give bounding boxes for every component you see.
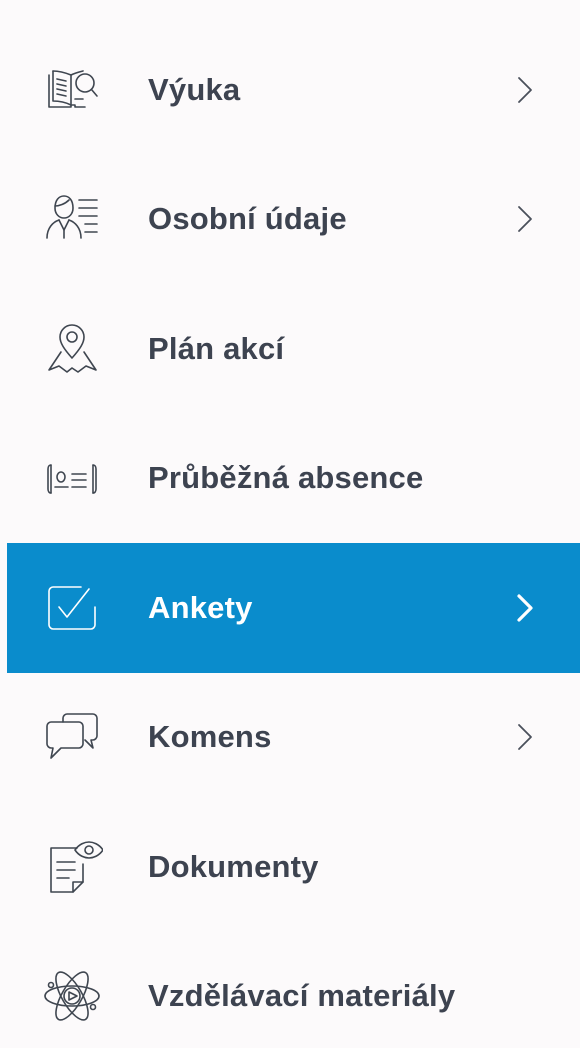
chevron-right-icon <box>514 74 536 106</box>
menu-item-label: Dokumenty <box>148 848 319 884</box>
document-eye-icon <box>41 836 103 898</box>
menu-item-label: Osobní údaje <box>148 201 347 237</box>
menu-item-vyuka[interactable]: Výuka <box>7 25 580 155</box>
menu-item-vzdelavaci-materialy[interactable]: Vzdělávací materiály <box>7 932 580 1048</box>
person-list-icon <box>41 188 103 250</box>
menu-item-ankety[interactable]: Ankety <box>7 543 580 673</box>
id-card-icon <box>41 447 103 509</box>
menu-item-osobni-udaje[interactable]: Osobní údaje <box>7 155 580 285</box>
menu-item-prubezna-absence[interactable]: Průběžná absence <box>7 414 580 544</box>
checkbox-icon <box>41 577 103 639</box>
map-pin-icon <box>41 318 103 380</box>
side-menu: Výuka Osobní údaje Plán akcí Průběžná ab… <box>0 0 580 1048</box>
menu-item-label: Výuka <box>148 71 241 107</box>
book-search-icon <box>41 59 103 121</box>
menu-item-dokumenty[interactable]: Dokumenty <box>7 802 580 932</box>
chevron-right-icon <box>514 592 536 624</box>
menu-item-label: Vzdělávací materiály <box>148 978 456 1014</box>
menu-item-label: Plán akcí <box>148 330 285 366</box>
menu-item-label: Komens <box>148 719 272 755</box>
menu-item-label: Ankety <box>148 589 253 625</box>
menu-item-label: Průběžná absence <box>148 460 424 496</box>
menu-item-plan-akci[interactable]: Plán akcí <box>7 284 580 414</box>
atom-play-icon <box>41 965 103 1027</box>
chevron-right-icon <box>514 203 536 235</box>
chat-bubbles-icon <box>41 706 103 768</box>
chevron-right-icon <box>514 721 536 753</box>
menu-item-komens[interactable]: Komens <box>7 673 580 803</box>
